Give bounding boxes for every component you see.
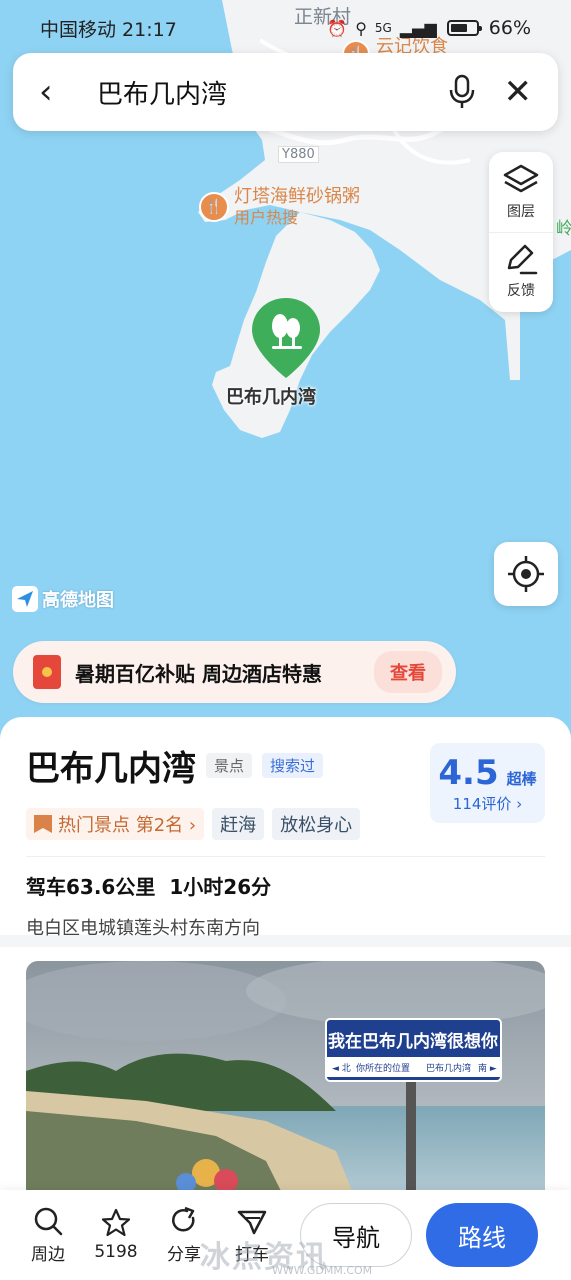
- locate-button[interactable]: [494, 542, 558, 606]
- microphone-icon[interactable]: [440, 74, 484, 110]
- amap-logo-text: 高德地图: [42, 590, 114, 611]
- rank-tag[interactable]: 热门景点 第2名 ›: [26, 808, 205, 840]
- red-envelope-icon: [33, 655, 61, 689]
- status-icons: ⏰ ⚲ 5G ▂▄▆: [327, 19, 437, 38]
- layers-button[interactable]: 图层: [489, 152, 553, 232]
- watermark-sub: WWW.GDMM.COM: [272, 1264, 373, 1277]
- star-icon: [101, 1208, 131, 1237]
- layers-label: 图层: [507, 203, 535, 220]
- share-icon: [172, 1206, 195, 1232]
- signal-icon: ▂▄▆: [399, 18, 437, 38]
- status-bar: 中国移动 21:17 ⏰ ⚲ 5G ▂▄▆ 66%: [0, 0, 571, 56]
- rating-top: 4.5 超棒: [438, 753, 536, 793]
- favorites-count: 5198: [94, 1242, 138, 1262]
- rating-word: 超棒: [506, 769, 537, 788]
- amap-logo: 高德地图: [12, 586, 114, 612]
- road-label: Y880: [278, 146, 319, 163]
- rating-score: 4.5: [438, 752, 499, 793]
- place-photo[interactable]: 我在巴布几内湾很想你 ◄ 北 你所在的位置 巴布几内湾 南 ►: [26, 961, 545, 1201]
- search-query-text[interactable]: 巴布几内湾: [79, 74, 440, 111]
- rating-count: 114评价 ›: [452, 794, 523, 813]
- back-arrow-icon[interactable]: ‹: [39, 75, 79, 109]
- searched-tag: 搜索过: [262, 753, 324, 778]
- feature-chip: 放松身心: [272, 808, 361, 840]
- feature-chip: 赶海: [212, 808, 265, 840]
- feedback-button[interactable]: 反馈: [489, 231, 553, 313]
- feedback-label: 反馈: [507, 283, 535, 300]
- promo-banner[interactable]: 暑期百亿补贴 周边酒店特惠 查看: [13, 641, 456, 703]
- sign-line2-left: ◄ 北: [332, 1063, 351, 1074]
- rating-box[interactable]: 4.5 超棒 114评价 ›: [430, 743, 545, 823]
- status-right: ⏰ ⚲ 5G ▂▄▆ 66%: [327, 17, 531, 39]
- place-detail-panel: 巴布几内湾 景点 搜索过 热门景点 第2名 › 赶海 放松身心 4.5 超棒 1…: [0, 717, 571, 939]
- drive-info: 驾车63.6公里 1小时26分: [26, 871, 545, 900]
- alarm-icon: ⏰: [327, 18, 348, 38]
- promo-view-button[interactable]: 查看: [374, 651, 442, 693]
- place-name: 巴布几内湾: [26, 749, 196, 789]
- rank-tag-text: 热门景点 第2名 ›: [58, 815, 197, 836]
- seafood-poi[interactable]: 灯塔海鲜砂锅粥 用户热搜: [234, 186, 360, 227]
- search-bar: ‹ 巴布几内湾 ✕: [13, 53, 558, 131]
- battery-icon: [446, 20, 482, 36]
- nearby-button[interactable]: 周边: [14, 1206, 82, 1265]
- sign-line2-right: 巴布几内湾: [426, 1062, 471, 1074]
- drive-time: 1小时26分: [169, 875, 272, 899]
- promo-text: 暑期百亿补贴 周边酒店特惠: [75, 661, 322, 686]
- scenic-spot-pin-icon[interactable]: [250, 296, 322, 380]
- rank-flag-icon: [34, 815, 52, 833]
- share-label: 分享: [167, 1244, 201, 1265]
- sign-line2-end: 南 ►: [478, 1062, 497, 1074]
- divider: [26, 856, 545, 857]
- carrier-time: 中国移动 21:17: [40, 18, 177, 41]
- sign-line1: 我在巴布几内湾很想你: [328, 1031, 498, 1052]
- close-icon[interactable]: ✕: [504, 75, 533, 109]
- beach-photo-image: 我在巴布几内湾很想你 ◄ 北 你所在的位置 巴布几内湾 南 ►: [26, 961, 545, 1201]
- drive-distance: 驾车63.6公里: [26, 875, 156, 899]
- map-tools: 图层 反馈: [489, 152, 553, 312]
- sign-line2-mid: 你所在的位置: [356, 1062, 410, 1074]
- main-pin-label: 巴布几内湾: [226, 387, 316, 408]
- seafood-poi-name: 灯塔海鲜砂锅粥: [234, 186, 360, 207]
- taxi-icon: [237, 1210, 267, 1234]
- nearby-label: 周边: [31, 1244, 65, 1265]
- seafood-poi-sub: 用户热搜: [234, 207, 299, 227]
- amap-logo-icon: [12, 586, 38, 612]
- search-icon: [34, 1207, 63, 1235]
- network-label: 5G: [374, 21, 392, 35]
- route-button[interactable]: 路线: [426, 1203, 538, 1267]
- favorite-button[interactable]: 5198: [82, 1208, 150, 1262]
- battery-text: 66%: [488, 17, 531, 39]
- place-type-tag: 景点: [206, 753, 253, 778]
- address: 电白区电城镇莲头村东南方向: [26, 918, 260, 939]
- feedback-pen-icon: [507, 245, 538, 275]
- seafood-poi-icon[interactable]: 🍴: [199, 192, 229, 222]
- layers-icon: [503, 164, 539, 192]
- location-icon: ⚲: [355, 18, 367, 38]
- map-label-right-edge: 岭: [556, 219, 571, 239]
- locate-icon: [508, 556, 544, 592]
